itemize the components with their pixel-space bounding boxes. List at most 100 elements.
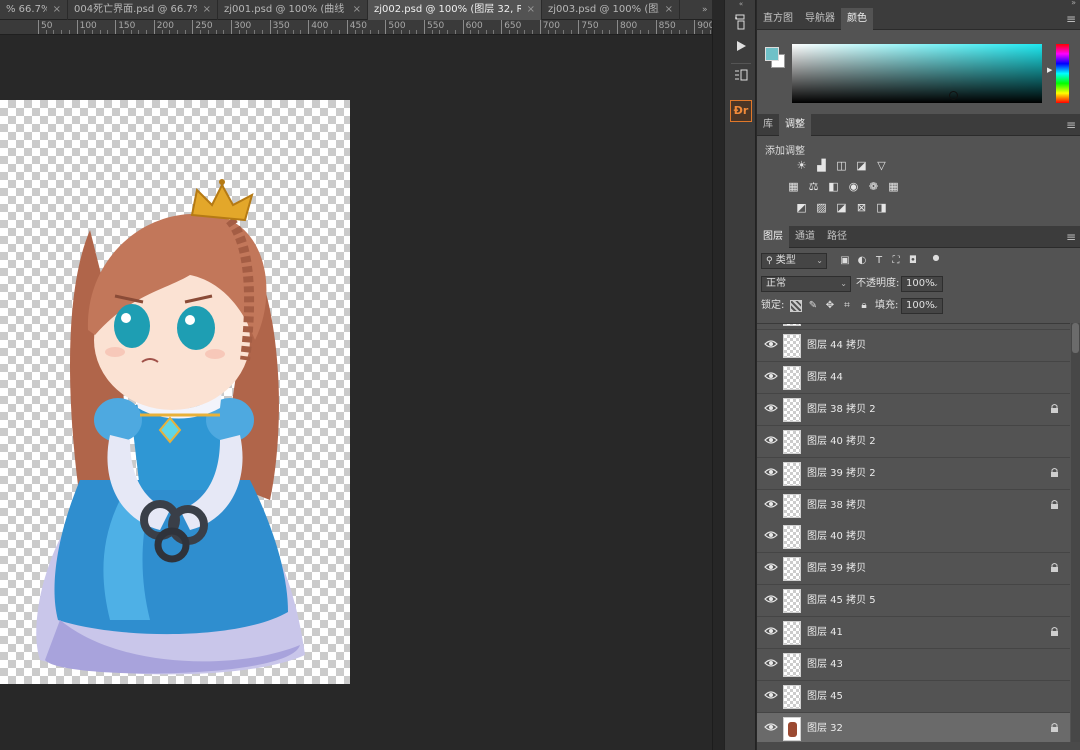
layer-name[interactable]: 图层 38 拷贝: [807, 498, 866, 514]
layer-name[interactable]: 图层 41: [807, 625, 843, 641]
panel-tab-2[interactable]: 颜色: [841, 8, 873, 30]
black-white-icon[interactable]: ◧: [827, 180, 840, 193]
layer-name[interactable]: 图层 39 拷贝: [807, 561, 866, 577]
layers-scrollbar-thumb[interactable]: [1072, 323, 1079, 353]
close-icon[interactable]: ×: [53, 0, 61, 20]
opacity-input[interactable]: 100% ⌄: [901, 276, 943, 292]
eye-icon[interactable]: [764, 658, 778, 672]
layer-row[interactable]: 图层 43: [757, 649, 1070, 681]
panel-tab-1[interactable]: 调整: [779, 114, 811, 136]
tab-document-0[interactable]: % 66.7% (... ×: [0, 0, 68, 20]
history-icon[interactable]: [730, 14, 752, 36]
lock-paint-icon[interactable]: ✎: [807, 300, 819, 312]
tab-document-3[interactable]: zj002.psd @ 100% (图层 32, RGB/8) ×: [368, 0, 542, 20]
foreground-color-swatch[interactable]: [765, 47, 779, 61]
color-picker-field[interactable]: [792, 44, 1042, 103]
eye-icon[interactable]: [764, 403, 778, 417]
pixel-filter-icon[interactable]: ▣: [839, 255, 851, 267]
panel-menu-icon[interactable]: ≡: [1066, 226, 1076, 248]
layer-row[interactable]: 图层 40 拷贝: [757, 521, 1070, 554]
layer-name[interactable]: 图层 45: [807, 689, 843, 705]
gradient-map-icon[interactable]: ◨: [875, 201, 888, 214]
canvas-vertical-scrollbar[interactable]: [712, 20, 724, 750]
close-icon[interactable]: ×: [203, 0, 211, 20]
layer-row[interactable]: 图层 44: [757, 361, 1070, 394]
close-icon[interactable]: ×: [527, 0, 535, 20]
glyphs-icon[interactable]: [730, 68, 752, 90]
eye-icon[interactable]: [764, 594, 778, 608]
shape-filter-icon[interactable]: ⛶: [890, 255, 902, 267]
filter-toggle-icon[interactable]: ●: [930, 252, 942, 264]
lock-position-icon[interactable]: ✥: [824, 300, 836, 312]
eye-icon[interactable]: [764, 467, 778, 481]
brightness-icon[interactable]: ☀: [795, 159, 808, 172]
selective-color-icon[interactable]: ⊠: [855, 201, 868, 214]
layer-row[interactable]: 图层 39 拷贝 2: [757, 457, 1070, 490]
close-icon[interactable]: ×: [353, 0, 361, 20]
gradient-triangle-icon[interactable]: ▽: [875, 159, 888, 172]
layer-name[interactable]: 图层 44 拷贝: [807, 338, 866, 354]
layer-name[interactable]: 图层 43: [807, 657, 843, 673]
panel-menu-icon[interactable]: ≡: [1066, 8, 1076, 30]
close-icon[interactable]: ×: [665, 0, 673, 20]
layer-row-partial[interactable]: [757, 324, 1070, 330]
layer-name[interactable]: 图层 38 拷贝 2: [807, 402, 876, 418]
lock-artboard-icon[interactable]: ⌗: [841, 300, 853, 312]
layer-name[interactable]: 图层 40 拷贝: [807, 529, 866, 545]
balance-icon[interactable]: ⚖: [807, 180, 820, 193]
layer-row[interactable]: 图层 40 拷贝 2: [757, 425, 1070, 458]
levels-icon[interactable]: ▟: [815, 159, 828, 172]
eye-icon[interactable]: [764, 530, 778, 544]
channel-mixer-icon[interactable]: ❁: [867, 180, 880, 193]
layer-row[interactable]: 图层 44 拷贝: [757, 330, 1070, 362]
layer-row[interactable]: 图层 41: [757, 617, 1070, 650]
eye-icon[interactable]: [764, 371, 778, 385]
lock-transparency-icon[interactable]: [790, 300, 802, 312]
canvas-area[interactable]: [0, 36, 712, 750]
layer-name[interactable]: 图层 40 拷贝 2: [807, 434, 876, 450]
layer-row[interactable]: 图层 38 拷贝: [757, 489, 1070, 522]
exposure-icon[interactable]: ◪: [855, 159, 868, 172]
panel-tab-1[interactable]: 通道: [789, 226, 821, 248]
color-picker-cursor[interactable]: [949, 91, 958, 100]
layers-scrollbar[interactable]: [1071, 323, 1080, 742]
layers-list[interactable]: 图层 44 拷贝 图层 44 图层 38 拷贝 2 图层 40 拷贝 2 图层 39 拷…: [757, 323, 1070, 742]
layer-name[interactable]: 图层 32: [807, 721, 843, 737]
layer-row[interactable]: 图层 45 拷贝 5: [757, 585, 1070, 618]
lock-all-icon[interactable]: 🔒︎: [858, 300, 870, 312]
panel-tab-0[interactable]: 库: [757, 114, 779, 136]
color-lookup-icon[interactable]: ▦: [887, 180, 900, 193]
panel-tab-1[interactable]: 导航器: [799, 8, 841, 30]
layer-name[interactable]: 图层 44: [807, 370, 843, 386]
panel-menu-icon[interactable]: ≡: [1066, 114, 1076, 136]
tab-document-4[interactable]: zj003.psd @ 100% (图层 24... ×: [542, 0, 680, 20]
adjustment-filter-icon[interactable]: ◐: [856, 255, 868, 267]
type-filter-icon[interactable]: T: [873, 255, 885, 267]
dock-collapse-icon[interactable]: »: [1071, 0, 1076, 7]
smart-object-filter-icon[interactable]: ◘: [907, 255, 919, 267]
tab-document-2[interactable]: zj001.psd @ 100% (曲线 1... ×: [218, 0, 368, 20]
layer-row[interactable]: 图层 45: [757, 680, 1070, 713]
play-icon[interactable]: [730, 38, 752, 60]
invert-icon[interactable]: ◩: [795, 201, 808, 214]
panel-tab-0[interactable]: 图层: [757, 226, 789, 248]
panel-tab-2[interactable]: 路径: [821, 226, 853, 248]
eye-icon[interactable]: [764, 562, 778, 576]
hue-slider[interactable]: [1056, 44, 1069, 103]
eye-icon[interactable]: [764, 626, 778, 640]
curves-icon[interactable]: ◫: [835, 159, 848, 172]
layer-row[interactable]: 图层 38 拷贝 2: [757, 393, 1070, 426]
eye-icon[interactable]: [764, 690, 778, 704]
collapse-icon[interactable]: «: [725, 0, 757, 8]
dr-plugin-icon[interactable]: Đr: [730, 100, 752, 122]
layer-name[interactable]: 图层 39 拷贝 2: [807, 466, 876, 482]
threshold-icon[interactable]: ◪: [835, 201, 848, 214]
eye-icon[interactable]: [764, 722, 778, 736]
layer-row[interactable]: 图层 32: [757, 712, 1070, 742]
panel-tab-0[interactable]: 直方图: [757, 8, 799, 30]
vibrance-icon[interactable]: ▦: [787, 180, 800, 193]
layer-name[interactable]: 图层 45 拷贝 5: [807, 593, 876, 609]
layer-row[interactable]: 图层 39 拷贝: [757, 553, 1070, 586]
eye-icon[interactable]: [764, 499, 778, 513]
document-canvas[interactable]: [0, 100, 350, 684]
